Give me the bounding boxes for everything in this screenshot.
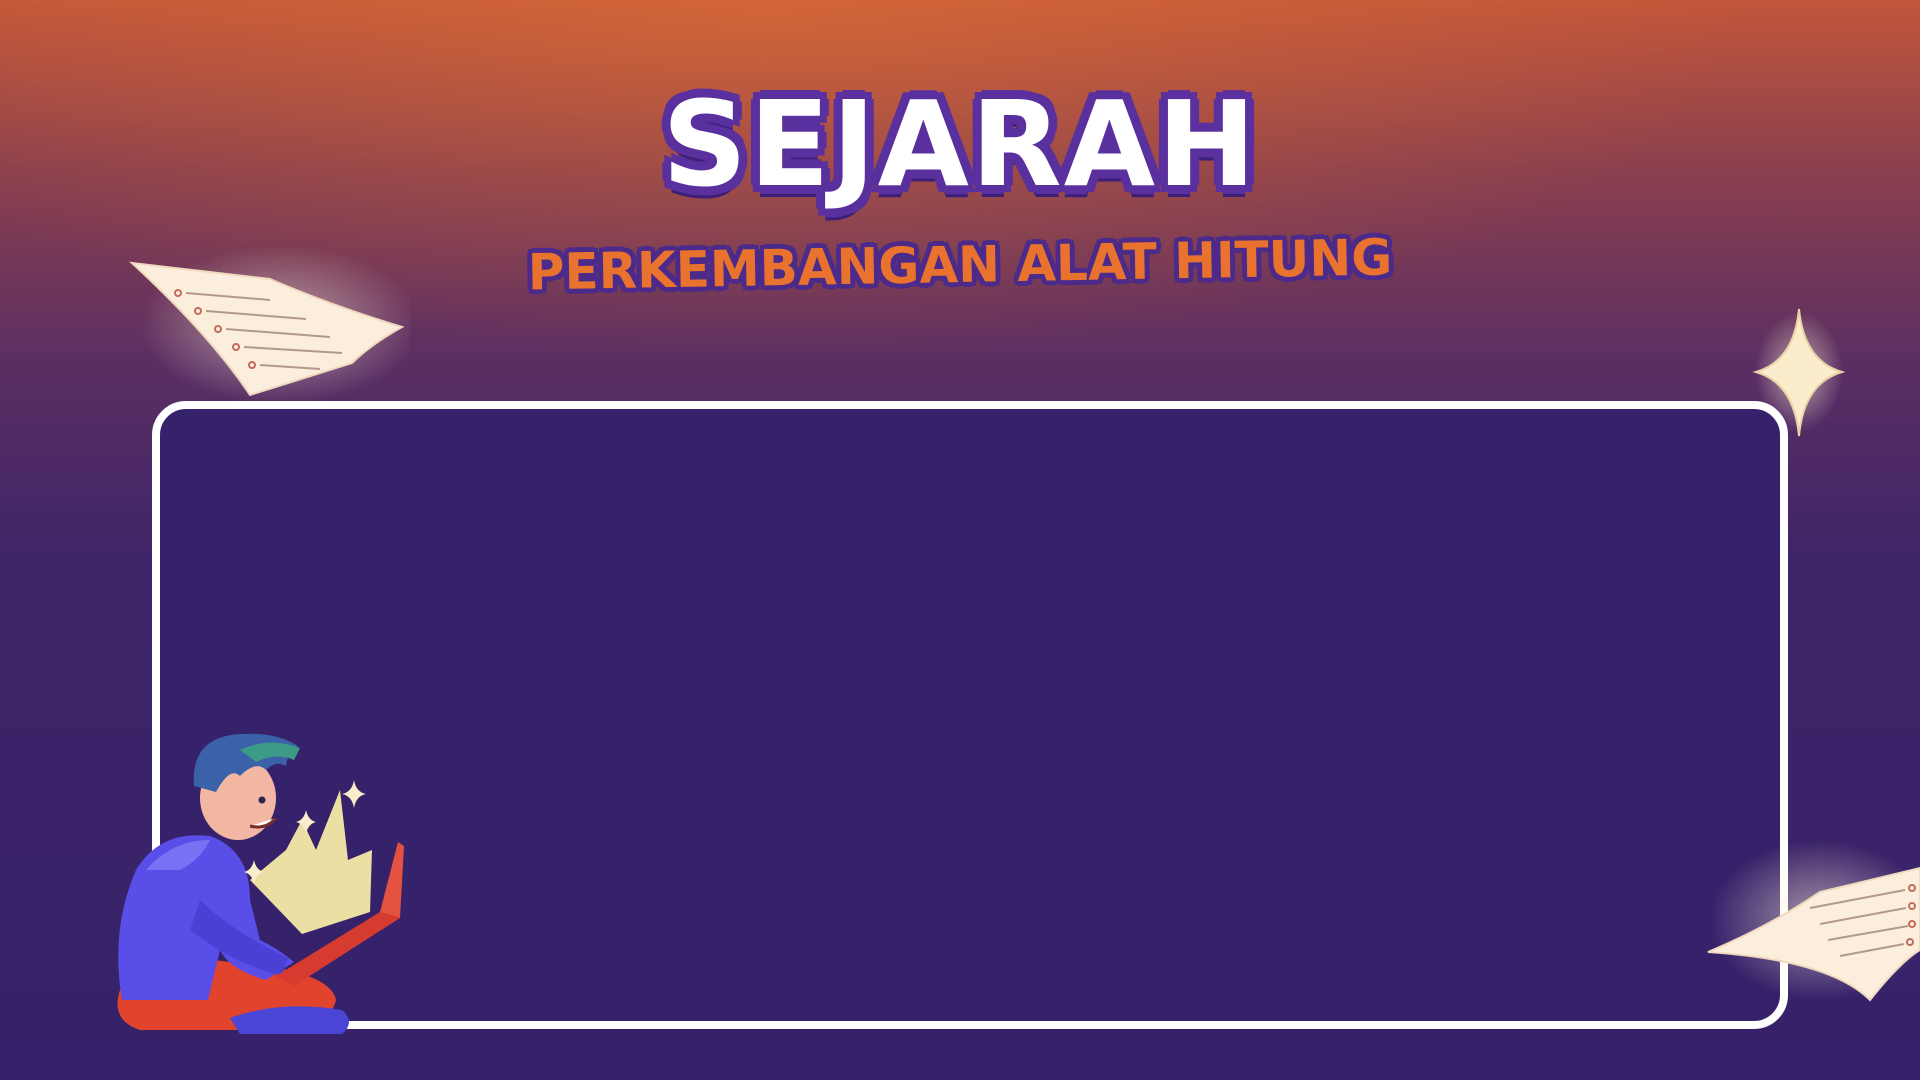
paper-sheet-icon bbox=[129, 245, 410, 405]
page-title: SEJARAH bbox=[662, 75, 1258, 213]
student-with-laptop-illustration bbox=[117, 733, 404, 1034]
paper-sheet-icon bbox=[1707, 840, 1920, 1002]
title-block: SEJARAH bbox=[0, 85, 1920, 203]
